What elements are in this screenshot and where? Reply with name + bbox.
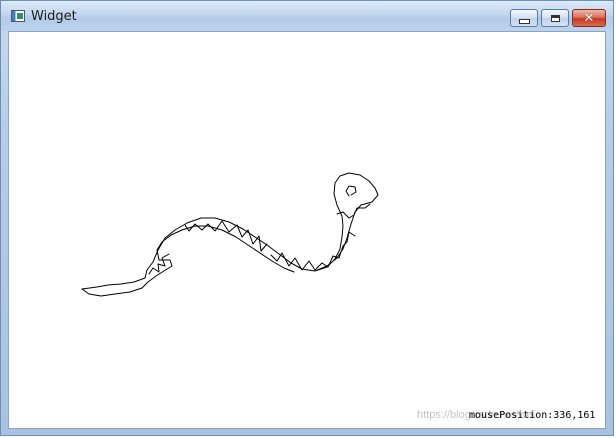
title-bar[interactable]: Widget ✕ (1, 1, 613, 31)
minimize-icon (518, 18, 530, 24)
application-window: Widget ✕ https://blog.csdn.net/wei mouse… (0, 0, 614, 436)
maximize-icon (550, 14, 560, 22)
minimize-button[interactable] (510, 9, 538, 27)
app-window-icon (11, 10, 25, 22)
window-title: Widget (31, 9, 77, 24)
drawn-stroke-inner (81, 225, 295, 297)
freehand-drawing-canvas[interactable] (9, 32, 605, 428)
close-icon: ✕ (583, 10, 595, 26)
drawn-stroke-zigzag-2 (270, 231, 356, 271)
drawing-area[interactable]: https://blog.csdn.net/wei mousePosition:… (8, 31, 606, 429)
drawn-stroke-head-curl (345, 185, 357, 197)
drawn-stroke-zigzag-1 (184, 220, 268, 252)
mouse-position-readout: mousePosition:336,161 (469, 410, 596, 421)
close-button[interactable]: ✕ (572, 9, 606, 27)
maximize-button[interactable] (541, 9, 569, 27)
